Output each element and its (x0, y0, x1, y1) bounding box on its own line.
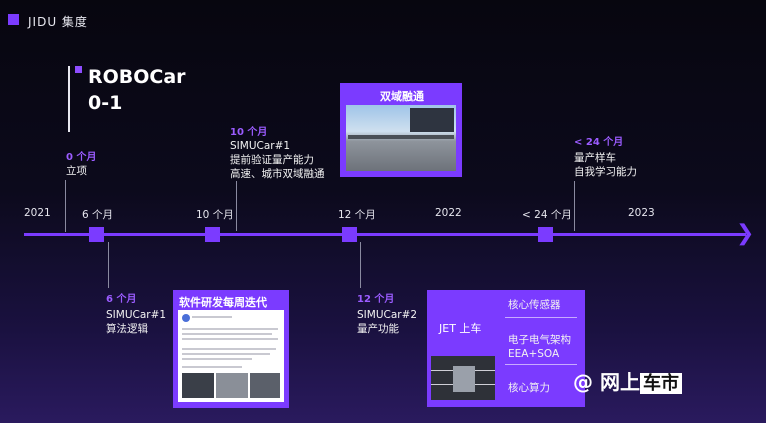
milestone-6-line2: 算法逻辑 (106, 323, 148, 335)
milestone-6-label: 6 个月 (106, 294, 137, 305)
milestone-10-line1: SIMUCar#1 (230, 140, 291, 152)
milestone-10-line3: 高速、城市双域融通 (230, 168, 325, 180)
robocar-mark (75, 66, 82, 73)
jet-item-eea-soa: EEA+SOA (508, 348, 560, 360)
doc-line (192, 316, 232, 318)
jet-divider (505, 317, 577, 318)
watermark: @ 网上 车市 (573, 366, 682, 395)
month-6: 6 个月 (82, 209, 114, 221)
dashcam-inset (410, 108, 454, 132)
milestone-24-line2: 自我学习能力 (574, 166, 637, 178)
watermark-text: 网上 (599, 370, 640, 394)
connector-6 (108, 242, 109, 288)
dual-domain-card: 双域融通 (340, 83, 462, 177)
software-card: 软件研发每周迭代 (173, 290, 289, 408)
brand-name: JIDU 集度 (28, 15, 88, 29)
watermark-at: @ (573, 370, 593, 394)
milestone-24-line1: 量产样车 (574, 152, 616, 164)
milestone-12-label: 12 个月 (357, 294, 395, 305)
connector-10 (236, 181, 237, 231)
timeline-node-10 (205, 227, 220, 242)
milestone-0-label: 0 个月 (66, 152, 97, 163)
milestone-24-label: < 24 个月 (574, 137, 624, 148)
jet-card: JET 上车 核心传感器 电子电气架构 EEA+SOA 核心算力 (427, 290, 585, 407)
connector-24 (574, 181, 575, 231)
milestone-12-line2: 量产功能 (357, 323, 399, 335)
timeline-axis (24, 233, 746, 236)
doc-image (250, 373, 280, 398)
doc-line (182, 333, 272, 335)
connector-12 (360, 242, 361, 288)
dual-domain-photo (346, 105, 456, 171)
robocar-title: ROBOCar 0-1 (88, 64, 186, 116)
doc-line (182, 358, 252, 360)
doc-line (182, 366, 242, 368)
milestone-6-line1: SIMUCar#1 (106, 309, 167, 321)
doc-line (182, 348, 276, 350)
avatar (182, 314, 190, 322)
jet-item-compute: 核心算力 (508, 382, 550, 394)
jet-item-sensors: 核心传感器 (508, 299, 561, 311)
timeline-node-24 (538, 227, 553, 242)
robocar-divider (68, 66, 70, 132)
doc-image (216, 373, 248, 398)
robocar-title-line1: ROBOCar (88, 66, 186, 88)
jet-divider (505, 364, 577, 365)
doc-line (182, 353, 270, 355)
milestone-10-label: 10 个月 (230, 127, 268, 138)
doc-line (182, 338, 278, 340)
milestone-10-line2: 提前验证量产能力 (230, 154, 314, 166)
software-doc-screenshot (178, 310, 284, 402)
slide: { "brand": { "name": "JIDU 集度" }, "roboc… (0, 0, 766, 423)
parking-car (453, 366, 475, 392)
timeline-arrow-icon: ❯ (736, 221, 755, 246)
milestone-0-text: 立项 (66, 165, 87, 177)
jet-title: JET 上车 (439, 322, 482, 335)
month-10: 10 个月 (196, 209, 234, 221)
year-2022: 2022 (435, 207, 462, 219)
milestone-12-line1: SIMUCar#2 (357, 309, 418, 321)
connector-0 (65, 180, 66, 232)
software-title: 软件研发每周迭代 (179, 296, 267, 309)
road-treeline (348, 135, 454, 139)
month-12: 12 个月 (338, 209, 376, 221)
year-2021: 2021 (24, 207, 51, 219)
timeline-node-6 (89, 227, 104, 242)
robocar-title-line2: 0-1 (88, 92, 123, 114)
year-2023: 2023 (628, 207, 655, 219)
watermark-badge: 车市 (639, 373, 682, 394)
brand-logo-mark (8, 14, 19, 25)
dual-domain-title: 双域融通 (380, 90, 424, 103)
jet-item-eea: 电子电气架构 (508, 334, 571, 346)
jet-parking-photo (431, 356, 495, 400)
doc-line (182, 328, 278, 330)
month-24: < 24 个月 (522, 209, 572, 221)
timeline-node-12 (342, 227, 357, 242)
doc-image (182, 373, 214, 398)
